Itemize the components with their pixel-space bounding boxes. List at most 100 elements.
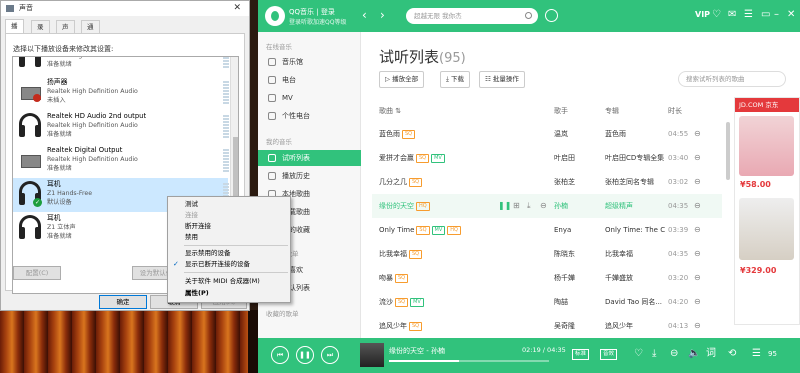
minimize-icon[interactable]: – (774, 9, 779, 21)
song-row[interactable]: 吻暴 SQ 杨千嬅 千嬅盛放 03:20 ⊖ (372, 266, 722, 290)
menu-item-show-disconnected[interactable]: ✓ 显示已断开连接的设备 (168, 259, 290, 270)
column-singer[interactable]: 歌手 (554, 106, 568, 116)
download-button[interactable]: ⤓ 下载 (440, 71, 470, 88)
song-album[interactable]: 蓝色雨 (605, 122, 665, 146)
pause-button[interactable]: ❚❚ (296, 346, 314, 364)
more-icon[interactable]: ⊖ (694, 129, 701, 139)
message-icon[interactable]: ✉ (728, 9, 736, 21)
song-album[interactable]: 张柏芝同名专辑 (605, 170, 665, 194)
menu-item-disconnect[interactable]: 断开连接 (168, 221, 290, 232)
menu-item-show-disabled[interactable]: 显示禁用的设备 (168, 248, 290, 259)
tag-mv[interactable]: MV (431, 153, 445, 163)
more-icon[interactable]: ⊖ (694, 225, 701, 235)
more-icon[interactable]: ⊖ (540, 201, 547, 211)
play-all-button[interactable]: ▷ 播放全部 (379, 71, 425, 88)
close-icon[interactable]: ✕ (787, 9, 795, 21)
menu-item-about-midi[interactable]: 关于软件 MIDI 合成器(M) (168, 276, 290, 287)
tag-mv[interactable]: MV (431, 225, 446, 235)
batch-button[interactable]: ☷ 批量操作 (479, 71, 525, 88)
more-icon[interactable]: ⊖ (694, 321, 701, 331)
add-icon[interactable]: ⊞ (513, 201, 520, 211)
vip-button[interactable]: VIP (695, 10, 710, 19)
column-song[interactable]: 歌曲 ⇅ (379, 106, 401, 116)
song-singer[interactable]: 温岚 (554, 122, 602, 146)
more-icon[interactable]: ⊖ (694, 177, 701, 187)
column-album[interactable]: 专辑 (605, 106, 619, 116)
more-icon[interactable]: ⊖ (694, 153, 701, 163)
qq-logo-icon[interactable] (265, 6, 285, 26)
app-name[interactable]: QQ音乐 | 登录 (289, 7, 335, 17)
tab-communications[interactable]: 通信 (81, 20, 100, 43)
next-button[interactable]: ⏭ (321, 346, 339, 364)
pause-icon[interactable]: ❚❚ (498, 201, 511, 211)
song-singer[interactable]: 杨千嬅 (554, 266, 602, 290)
lyrics-icon[interactable]: 词 (706, 348, 716, 360)
volume-icon[interactable]: 🔈 (688, 348, 700, 360)
sidebar-item-radio[interactable]: 电台 (258, 72, 361, 88)
menu-item-connect[interactable]: 连接 (168, 210, 290, 221)
effect-button[interactable]: 音效 (600, 349, 618, 360)
song-row[interactable]: 流沙 SQ MV 陶喆 David Tao 同名... 04:20 ⊖ (372, 290, 722, 314)
list-scrollbar[interactable] (726, 122, 730, 180)
song-album[interactable]: 超级精声 (605, 194, 665, 218)
ad-image[interactable] (739, 198, 794, 260)
sidebar-item-music-hall[interactable]: 音乐馆 (258, 54, 361, 70)
song-singer[interactable]: 叶启田 (554, 146, 602, 170)
download-icon[interactable]: ⤓ (652, 348, 656, 360)
device-speakers[interactable]: 扬声器 Realtek High Definition Audio 未插入 (13, 76, 229, 110)
quality-button[interactable]: 标准 (572, 349, 590, 360)
menu-item-properties[interactable]: 属性(P) (168, 288, 290, 299)
more-icon[interactable]: ⊖ (694, 273, 701, 283)
song-row[interactable]: 爱拼才会赢 SQ MV 叶启田 叶启田CD专辑全集 03:40 ⊖ (372, 146, 722, 170)
tab-recording[interactable]: 录制 (31, 20, 50, 43)
menu-item-disable[interactable]: 禁用 (168, 232, 290, 243)
album-cover[interactable] (360, 343, 384, 367)
close-button[interactable]: ✕ (233, 1, 241, 16)
search-icon[interactable] (525, 12, 532, 19)
mini-mode-icon[interactable]: ▭ (761, 9, 770, 21)
song-singer[interactable]: 张柏芝 (554, 170, 602, 194)
list-search-input[interactable]: 搜索试听列表的歌曲 (678, 71, 786, 87)
device-headphones[interactable]: Realtek High Definition Audio准备就绪 (13, 57, 229, 74)
now-playing[interactable]: 缘份的天空 - 孙楠 (389, 346, 445, 356)
song-singer[interactable]: Enya (554, 218, 602, 242)
song-album[interactable]: Only Time: The C... (605, 218, 665, 242)
more-icon[interactable]: ⊖ (694, 249, 701, 259)
tab-sounds[interactable]: 声音 (56, 20, 75, 43)
song-album[interactable]: 追风少年 (605, 314, 665, 338)
download-icon[interactable]: ⤓ (527, 201, 531, 211)
song-album[interactable]: 比我幸福 (605, 242, 665, 266)
song-album[interactable]: 千嬅盛放 (605, 266, 665, 290)
song-row[interactable]: 蓝色雨 SQ 温岚 蓝色雨 04:55 ⊖ (372, 122, 722, 146)
tab-playback[interactable]: 播放 (5, 19, 24, 42)
sidebar-item-history[interactable]: 播放历史 (258, 168, 361, 184)
song-singer[interactable]: 陶喆 (554, 290, 602, 314)
more-icon[interactable]: ⊖ (670, 348, 678, 360)
column-duration[interactable]: 时长 (668, 106, 682, 116)
song-singer[interactable]: 孙楠 (554, 194, 602, 218)
music-recognition-icon[interactable] (545, 9, 558, 22)
song-row[interactable]: Only TimeSQMVHQ EnyaOnly Time: The C...03… (372, 218, 722, 242)
previous-button[interactable]: ⏮ (271, 346, 289, 364)
menu-item-test[interactable]: 测试 (168, 199, 290, 210)
song-row[interactable]: 缘份的天空 HQ 孙楠 超级精声 04:35 ⊖ ❚❚ ⊞ ⤓ ⊖ (372, 194, 722, 218)
ad-image[interactable] (739, 116, 794, 176)
like-icon[interactable]: ♡ (634, 348, 643, 360)
song-row[interactable]: 追风少年 SQ 吴奇隆 追风少年 04:13 ⊖ (372, 314, 722, 338)
forward-button[interactable]: › (380, 9, 385, 21)
search-input[interactable]: 超越无限 我你杰 (406, 8, 538, 24)
tag-mv[interactable]: MV (410, 297, 424, 307)
more-icon[interactable]: ⊖ (694, 201, 701, 211)
skin-icon[interactable]: ♡ (712, 9, 721, 21)
song-singer[interactable]: 吴奇隆 (554, 314, 602, 338)
configure-button[interactable]: 配置(C) (13, 266, 61, 280)
menu-icon[interactable]: ☰ (744, 9, 753, 21)
advertisement[interactable]: JD.COM 京东 ¥58.00 ¥329.00 (734, 97, 800, 325)
playlist-icon[interactable]: ☰ (752, 348, 761, 360)
progress-bar[interactable] (389, 360, 549, 362)
device-digital-output[interactable]: Realtek Digital Output Realtek High Defin… (13, 144, 229, 178)
song-row[interactable]: 几分之几 SQ 张柏芝 张柏芝同名专辑 03:02 ⊖ (372, 170, 722, 194)
back-button[interactable]: ‹ (362, 9, 367, 21)
song-singer[interactable]: 陈晓东 (554, 242, 602, 266)
sidebar-item-trial-list[interactable]: 试听列表 (258, 150, 361, 166)
